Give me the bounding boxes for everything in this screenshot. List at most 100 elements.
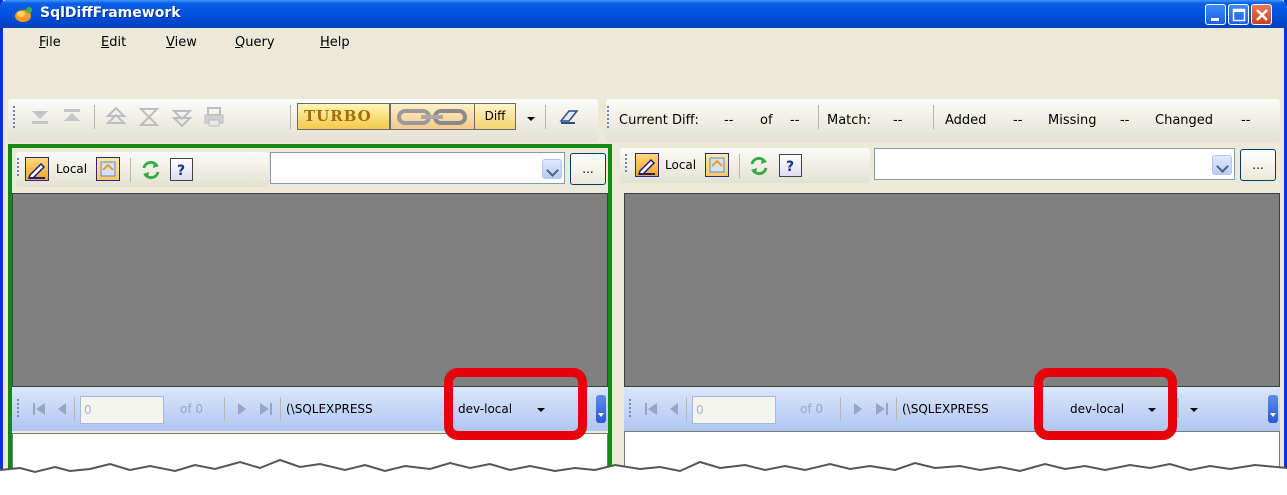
expand-icon[interactable]: [137, 105, 161, 129]
current-diff-value: --: [724, 113, 734, 128]
right-results-grid[interactable]: [624, 193, 1280, 387]
right-page-count: of 0: [800, 402, 824, 416]
left-browse-button[interactable]: ...: [570, 153, 606, 185]
right-bookmark-dropdown-arrow[interactable]: [1190, 408, 1198, 412]
right-page-input[interactable]: 0: [692, 396, 776, 424]
right-edit-connection-button[interactable]: [635, 153, 659, 177]
toolbar-separator: [818, 105, 819, 129]
right-browse-button[interactable]: ...: [1240, 149, 1276, 181]
first-page-icon[interactable]: [643, 401, 659, 417]
left-refresh-icon[interactable]: [139, 158, 163, 182]
previous-page-icon[interactable]: [54, 401, 70, 417]
turbo-button[interactable]: TURBO: [297, 103, 390, 130]
right-navigation-bar: 0 of 0 (\SQLEXPRESS dev-local: [624, 387, 1280, 431]
open-file-icon: [709, 157, 725, 173]
right-query-combo[interactable]: [874, 148, 1235, 180]
app-icon: [15, 7, 32, 22]
diff-dropdown-arrow[interactable]: [527, 117, 535, 121]
next-page-icon[interactable]: [234, 401, 250, 417]
menu-edit[interactable]: Edit: [101, 35, 126, 50]
toolbar-grip[interactable]: [17, 399, 20, 419]
minimize-button[interactable]: [1205, 4, 1226, 25]
left-database-highlight: [444, 368, 587, 440]
menu-help[interactable]: Help: [320, 35, 350, 50]
chevron-down-icon[interactable]: [542, 159, 562, 179]
close-button[interactable]: [1251, 4, 1272, 25]
first-diff-icon[interactable]: [104, 105, 128, 129]
next-page-icon[interactable]: [850, 401, 866, 417]
right-connection-toolbar: Local ? ...: [616, 144, 1280, 188]
current-diff-label: Current Diff:: [619, 113, 699, 128]
toolbar-separator: [130, 158, 131, 182]
chevron-down-icon[interactable]: [1212, 155, 1232, 175]
menu-view[interactable]: View: [166, 35, 197, 50]
left-toolbar-overflow-button[interactable]: [596, 395, 606, 423]
match-value: --: [893, 113, 903, 128]
missing-label: Missing: [1048, 113, 1097, 128]
missing-value: --: [1120, 113, 1130, 128]
toolbar-separator: [545, 105, 546, 129]
diff-button[interactable]: Diff: [474, 103, 516, 130]
last-diff-icon[interactable]: [170, 105, 194, 129]
left-connection-toolbar: Local ? ...: [12, 148, 608, 192]
match-label: Match:: [827, 113, 872, 128]
left-connection-label: Local: [56, 162, 88, 176]
toolbar-separator: [290, 105, 291, 129]
maximize-icon: [1232, 8, 1246, 22]
pencil-icon: [637, 158, 656, 175]
toolbar-separator: [94, 105, 95, 129]
toolbar-grip[interactable]: [607, 106, 610, 130]
help-icon: ?: [177, 163, 185, 179]
last-page-icon[interactable]: [258, 401, 274, 417]
left-query-combo[interactable]: [270, 152, 565, 184]
toolbar-separator: [739, 154, 740, 178]
eraser-icon[interactable]: [557, 105, 581, 129]
menu-query[interactable]: Query: [235, 35, 275, 50]
toolbar-separator: [74, 397, 75, 421]
left-results-grid[interactable]: [12, 193, 608, 387]
toolbar-grip[interactable]: [17, 158, 20, 178]
left-page-input[interactable]: 0: [80, 396, 164, 424]
toolbar-grip[interactable]: [625, 154, 628, 174]
left-page-count: of 0: [180, 402, 204, 416]
last-page-icon[interactable]: [874, 401, 890, 417]
left-help-button[interactable]: ?: [170, 158, 193, 181]
added-label: Added: [945, 113, 987, 128]
right-refresh-icon[interactable]: [747, 154, 771, 178]
right-toolbar-overflow-button[interactable]: [1268, 395, 1278, 423]
window-title: SqlDiffFramework: [40, 5, 181, 21]
move-up-icon[interactable]: [60, 105, 84, 129]
right-database-highlight: [1034, 368, 1177, 440]
toolbar-separator: [840, 397, 841, 421]
close-icon: [1256, 9, 1268, 21]
toolbar-grip[interactable]: [13, 106, 16, 130]
right-open-query-button[interactable]: [705, 153, 729, 177]
minimize-icon: [1211, 18, 1219, 21]
first-page-icon[interactable]: [31, 401, 47, 417]
menu-bar: File Edit View Query Help: [3, 28, 1284, 58]
toolbar-grip[interactable]: [629, 399, 632, 419]
pencil-icon: [27, 162, 46, 179]
svg-text:?: ?: [786, 159, 794, 175]
title-bar[interactable]: SqlDiffFramework: [0, 0, 1287, 28]
changed-label: Changed: [1155, 113, 1214, 128]
left-edit-connection-button[interactable]: [25, 157, 49, 181]
right-help-button[interactable]: ?: [779, 154, 802, 177]
left-open-query-button[interactable]: [96, 157, 120, 181]
maximize-button[interactable]: [1228, 4, 1249, 25]
sync-scroll-button[interactable]: [390, 103, 475, 130]
toolbar-separator: [686, 397, 687, 421]
torn-edge: [0, 458, 1287, 495]
changed-value: --: [1241, 113, 1251, 128]
toolbar-separator: [280, 397, 281, 421]
previous-page-icon[interactable]: [666, 401, 682, 417]
print-icon[interactable]: [202, 105, 226, 129]
move-down-icon[interactable]: [28, 105, 52, 129]
of-label: of: [760, 113, 773, 128]
of-value: --: [790, 113, 800, 128]
menu-file[interactable]: File: [39, 35, 61, 50]
svg-text:?: ?: [177, 163, 185, 179]
left-server-label: (\SQLEXPRESS: [286, 402, 373, 416]
toolbar-separator: [896, 397, 897, 421]
help-icon: ?: [786, 159, 794, 175]
